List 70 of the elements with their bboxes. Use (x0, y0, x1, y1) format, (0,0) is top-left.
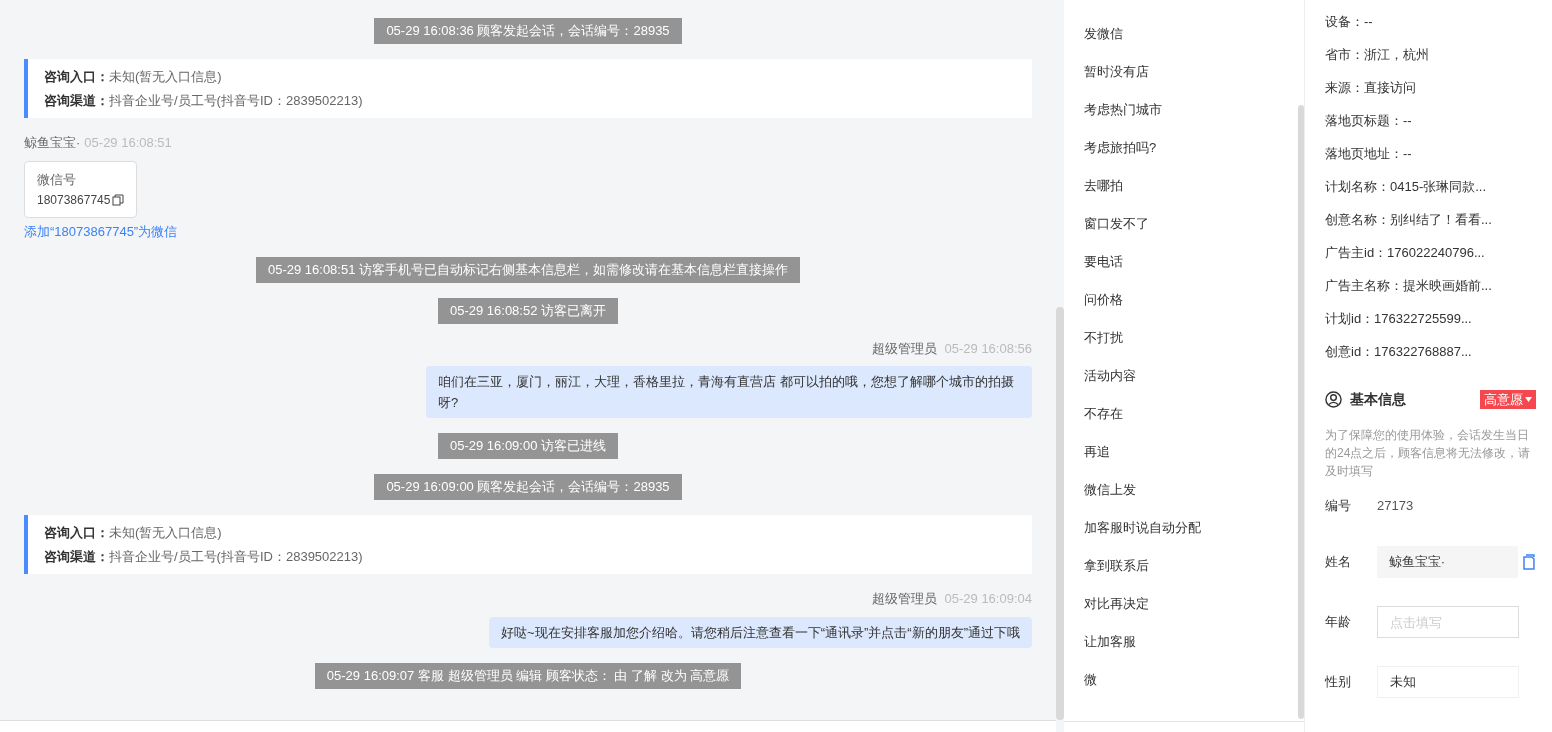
add-wechat-link[interactable]: 添加“18073867745”为微信 (24, 222, 178, 242)
card-title: 微信号 (37, 170, 77, 189)
quick-reply-item[interactable]: 要电话 (1084, 252, 1298, 290)
gender-select[interactable]: 未知 (1377, 666, 1519, 698)
sender-name: 鲸鱼宝宝· (24, 134, 81, 152)
channel-value: 抖音企业号/员工号(抖音号ID：2839502213) (109, 548, 363, 565)
quick-reply-item[interactable]: 发微信 (1084, 24, 1298, 62)
card-value: 18073867745 (37, 192, 111, 209)
section-title: 基本信息 (1350, 390, 1406, 409)
message-time: 05-29 16:09:04 (944, 590, 1032, 608)
scrollbar-thumb[interactable] (1298, 105, 1304, 719)
quick-reply-item[interactable]: 考虑旅拍吗? (1084, 138, 1298, 176)
quick-reply-item[interactable]: 让加客服 (1084, 632, 1298, 670)
field-label: 性别 (1325, 673, 1352, 692)
system-message: 05-29 16:09:07 客服 超级管理员 编辑 顾客状态： 由 了解 改为 高意愿 (314, 662, 742, 689)
channel-label: 咨询渠道： (44, 548, 109, 565)
visitor-detail: 落地页标题：-- (1325, 112, 1413, 130)
entry-label: 咨询入口： (44, 524, 109, 541)
message-time: 05-29 16:08:56 (944, 339, 1032, 358)
visitor-detail: 来源：直接访问 (1325, 79, 1417, 97)
system-message: 05-29 16:09:00 访客已进线 (437, 433, 619, 459)
visitor-detail: 设备：-- (1325, 13, 1374, 31)
visitor-detail: 广告主名称：提米映画婚前... (1325, 277, 1493, 295)
channel-value: 抖音企业号/员工号(抖音号ID：2839502213) (109, 92, 363, 109)
quick-reply-item[interactable]: 再追 (1084, 442, 1298, 480)
sender-name: 超级管理员 (871, 339, 937, 358)
scrollbar-thumb[interactable] (1056, 307, 1064, 720)
field-label: 姓名 (1325, 553, 1352, 572)
copy-icon[interactable] (112, 194, 125, 206)
quick-reply-item[interactable]: 暂时没有店 (1084, 62, 1298, 100)
caret-icon (1525, 397, 1532, 402)
agent-message-bubble: 咱们在三亚，厦门，丽江，大理，香格里拉，青海有直营店 都可以拍的哦，您想了解哪个城市的拍摄呀? (426, 366, 1032, 418)
quick-reply-item[interactable]: 微信上发 (1084, 480, 1298, 518)
system-message: 05-29 16:09:00 顾客发起会话，会话编号：28935 (374, 474, 682, 500)
copy-icon[interactable] (1522, 554, 1536, 570)
field-label: 编号 (1325, 497, 1352, 516)
quick-reply-item[interactable]: 问价格 (1084, 290, 1298, 328)
user-icon (1325, 391, 1342, 408)
quick-reply-item[interactable]: 对比再决定 (1084, 594, 1298, 632)
sender-name: 超级管理员 (871, 590, 937, 608)
visitor-detail: 落地页地址：-- (1325, 145, 1413, 163)
quick-reply-item[interactable]: 微 (1084, 670, 1298, 708)
system-message: 05-29 16:08:36 顾客发起会话，会话编号：28935 (374, 18, 682, 44)
name-field: 鲸鱼宝宝· (1376, 546, 1519, 578)
entry-value: 未知(暂无入口信息) (109, 524, 222, 541)
intent-tag[interactable]: 高意愿 (1480, 390, 1536, 409)
visitor-detail: 省市：浙江，杭州 (1325, 46, 1430, 64)
entry-label: 咨询入口： (44, 68, 109, 85)
quick-reply-item[interactable]: 活动内容 (1084, 366, 1298, 404)
visitor-detail: 创意名称：别纠结了！看看... (1325, 211, 1493, 229)
visitor-detail: 计划名称：0415-张琳同款... (1325, 178, 1488, 196)
quick-reply-item[interactable]: 不打扰 (1084, 328, 1298, 366)
agent-message-bubble: 好哒~现在安排客服加您介绍哈。请您稍后注意查看一下“通讯录”并点击“新的朋友”通过下哦 (489, 616, 1032, 648)
field-label: 年龄 (1325, 613, 1352, 632)
notice-text: 为了保障您的使用体验，会话发生当日的24点之后，顾客信息将无法修改，请及时填写 (1325, 427, 1532, 480)
quick-reply-item[interactable]: 拿到联系后 (1084, 556, 1298, 594)
visitor-detail: 创意id：176322768887... (1325, 343, 1473, 361)
system-message: 05-29 16:08:52 访客已离开 (437, 297, 619, 324)
quick-reply-item[interactable]: 考虑热门城市 (1084, 100, 1298, 138)
quick-reply-item[interactable]: 窗口发不了 (1084, 214, 1298, 252)
field-value: 27173 (1377, 497, 1414, 516)
entry-value: 未知(暂无入口信息) (109, 68, 222, 85)
message-time: 05-29 16:08:51 (84, 134, 172, 152)
quick-reply-item[interactable]: 加客服时说自动分配 (1084, 518, 1298, 556)
quick-reply-item[interactable]: 去哪拍 (1084, 176, 1298, 214)
visitor-detail: 计划id：176322725599... (1325, 310, 1473, 328)
channel-label: 咨询渠道： (44, 92, 109, 109)
visitor-detail: 广告主id：176022240796... (1325, 244, 1486, 262)
system-message: 05-29 16:08:51 访客手机号已自动标记右侧基本信息栏，如需修改请在基本信息栏直接操作 (255, 256, 801, 283)
quick-reply-item[interactable]: 不存在 (1084, 404, 1298, 442)
